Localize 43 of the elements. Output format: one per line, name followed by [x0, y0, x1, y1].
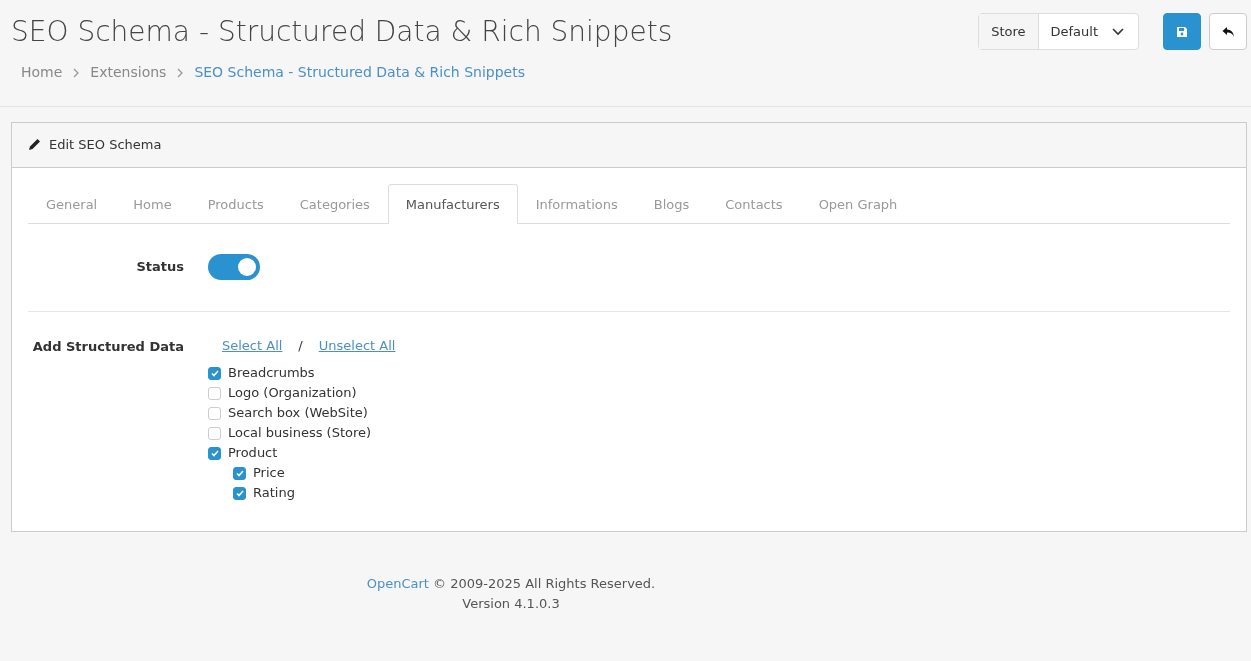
checkbox[interactable] — [208, 426, 221, 440]
tab[interactable]: Categories — [281, 183, 388, 224]
select-all-link[interactable]: Select All — [222, 336, 283, 356]
unselect-all-link[interactable]: Unselect All — [318, 336, 396, 356]
tab[interactable]: Blogs — [635, 183, 708, 224]
tab[interactable]: Contacts — [707, 183, 801, 224]
breadcrumb-link[interactable]: Home — [21, 62, 63, 83]
checkbox[interactable] — [233, 466, 246, 480]
reply-arrow-icon — [1221, 25, 1235, 38]
copyright-text: OpenCart © 2009-2025 All Rights Reserved. — [366, 575, 656, 593]
field-label: Status — [135, 257, 185, 276]
tab[interactable]: Informations — [517, 183, 636, 224]
page-title: SEO Schema - Structured Data & Rich Snippets — [11, 14, 673, 50]
breadcrumb-link[interactable]: Extensions — [90, 62, 167, 83]
tab[interactable]: Open Graph — [800, 183, 916, 224]
checkbox-label: Breadcrumbs — [228, 364, 315, 383]
save-button[interactable] — [1163, 13, 1201, 50]
checkbox[interactable] — [208, 406, 221, 420]
version-text: Version 4.1.0.3 — [461, 595, 561, 613]
checkbox-label: Search box (WebSite) — [228, 404, 368, 423]
chevron-icon — [72, 67, 81, 78]
chevron-icon — [176, 67, 185, 78]
card-title: Edit SEO Schema — [49, 136, 162, 154]
checkbox[interactable] — [208, 366, 221, 380]
checkbox-label: Local business (Store) — [228, 424, 372, 443]
separator-text: / — [298, 337, 303, 356]
checkbox-label: Price — [253, 464, 285, 483]
tab[interactable]: Home — [115, 183, 190, 224]
checkbox[interactable] — [208, 446, 221, 460]
opencart-link[interactable]: OpenCart — [366, 576, 429, 591]
breadcrumb-link[interactable]: SEO Schema - Structured Data & Rich Snippets — [194, 62, 525, 83]
pencil-icon — [28, 138, 41, 152]
tab[interactable]: Products — [189, 183, 282, 224]
checkbox-label: Logo (Organization) — [228, 384, 357, 403]
tab[interactable]: General — [28, 183, 116, 224]
checkbox[interactable] — [233, 486, 246, 500]
checkbox[interactable] — [208, 386, 221, 400]
checkbox-label: Product — [228, 444, 278, 463]
toggle-switch[interactable] — [208, 253, 260, 280]
tab[interactable]: Manufacturers — [387, 183, 518, 224]
checkbox-label: Rating — [253, 484, 295, 503]
field-label: Add Structured Data — [31, 338, 185, 356]
back-button[interactable] — [1209, 13, 1247, 50]
